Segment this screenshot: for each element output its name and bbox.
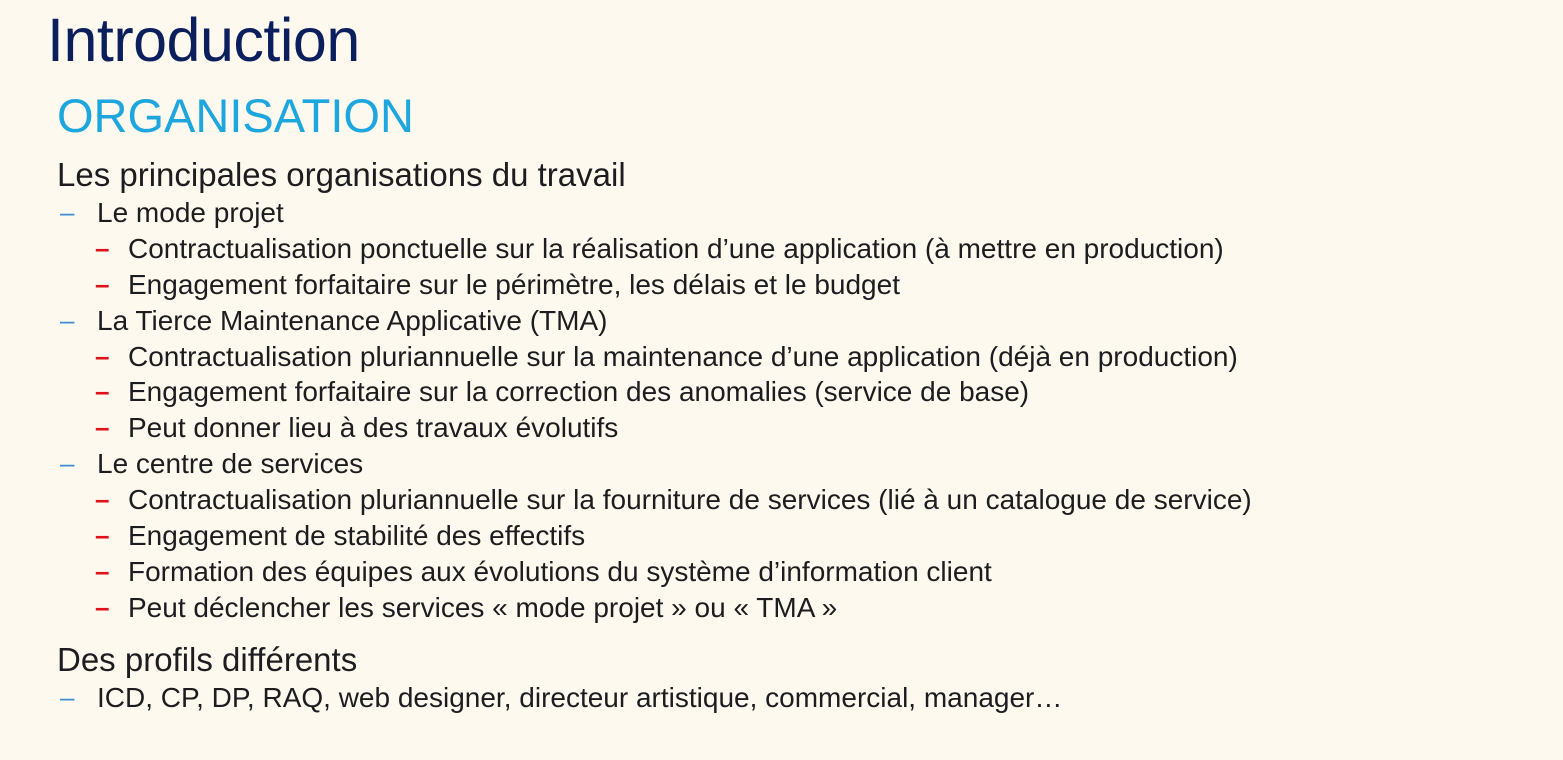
list-item-level2: – Formation des équipes aux évolutions d… (57, 554, 1517, 590)
list-item-level2: – Contractualisation pluriannuelle sur l… (57, 482, 1517, 518)
dash-bullet: – (95, 484, 110, 515)
dash-bullet: – (95, 232, 110, 263)
dash-bullet: – (60, 448, 75, 479)
dash-bullet: – (95, 376, 110, 407)
list-item-label: Engagement de stabilité des effectifs (128, 520, 586, 552)
slide-subtitle: ORGANISATION (57, 89, 414, 142)
list-item-level1: – Le centre de services (57, 446, 1517, 482)
slide-title: Introduction (47, 6, 360, 74)
dash-bullet: – (60, 304, 75, 335)
section-heading-organisations: Les principales organisations du travail (57, 156, 626, 193)
dash-bullet: – (95, 268, 110, 299)
list-item-label: Peut donner lieu à des travaux évolutifs (128, 412, 619, 444)
section-heading-profils: Des profils différents (57, 640, 358, 678)
slide-content: Les principales organisations du travail… (57, 155, 1517, 716)
list-item-level2: – Engagement forfaitaire sur le périmètr… (57, 267, 1517, 303)
dash-bullet: – (60, 197, 75, 227)
list-item-label: Contractualisation pluriannuelle sur la … (128, 484, 1252, 516)
list-item-label: Le mode projet (97, 197, 284, 228)
list-item-level2: – Peut donner lieu à des travaux évoluti… (57, 410, 1517, 446)
dash-bullet: – (60, 681, 75, 712)
list-item-level2: – Engagement de stabilité des effectifs (57, 518, 1517, 554)
list-item-label: Contractualisation pluriannuelle sur la … (128, 340, 1238, 372)
list-item-level2: – Peut déclencher les services « mode pr… (57, 590, 1517, 626)
list-item-label: Peut déclencher les services « mode proj… (128, 591, 838, 623)
list-item-level1: – Le mode projet (57, 195, 1517, 231)
dash-bullet: – (95, 555, 110, 586)
dash-bullet: – (95, 520, 110, 551)
list-item-label: Engagement forfaitaire sur le périmètre,… (128, 268, 900, 300)
list-item-level2: – Contractualisation ponctuelle sur la r… (57, 231, 1517, 267)
dash-bullet: – (95, 412, 110, 443)
list-item-level2: – Engagement forfaitaire sur la correcti… (57, 374, 1517, 410)
list-item-label: Engagement forfaitaire sur la correction… (128, 376, 1030, 408)
list-item-level1: – La Tierce Maintenance Applicative (TMA… (57, 303, 1517, 339)
list-item-label: ICD, CP, DP, RAQ, web designer, directeu… (97, 681, 1063, 713)
dash-bullet: – (95, 591, 110, 622)
list-item-level1: – ICD, CP, DP, RAQ, web designer, direct… (57, 680, 1517, 716)
list-item-level2: – Contractualisation pluriannuelle sur l… (57, 339, 1517, 375)
list-item-label: Formation des équipes aux évolutions du … (128, 555, 992, 587)
dash-bullet: – (95, 340, 110, 371)
list-item-label: La Tierce Maintenance Applicative (TMA) (97, 304, 608, 336)
list-item-label: Contractualisation ponctuelle sur la réa… (128, 232, 1224, 264)
list-item-label: Le centre de services (97, 448, 364, 480)
slide: Introduction ORGANISATION Les principale… (0, 0, 1563, 760)
